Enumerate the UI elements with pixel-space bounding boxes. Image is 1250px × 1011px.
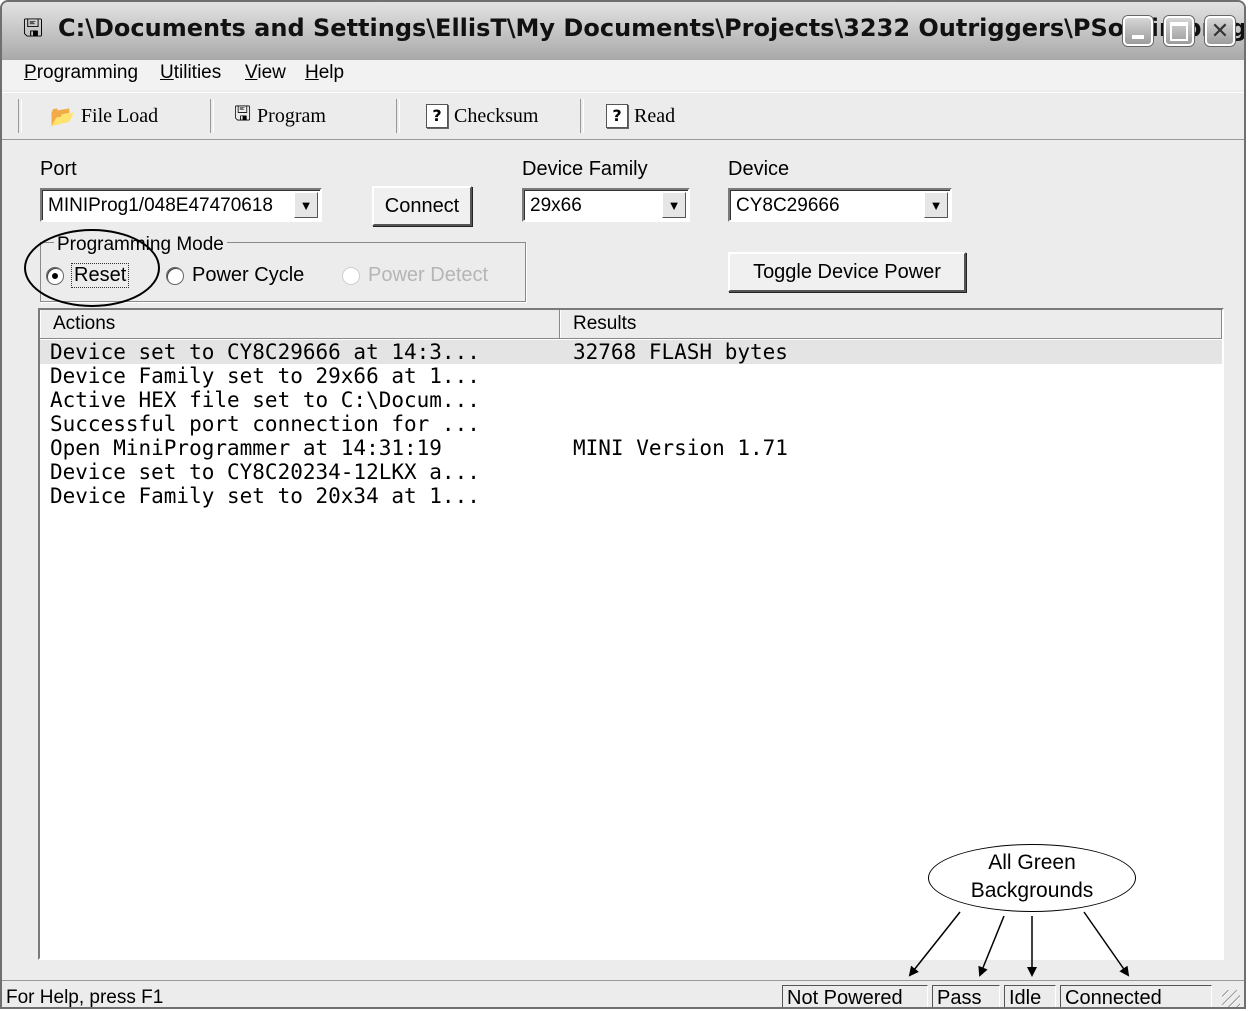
list-row[interactable]: Open MiniProgrammer at 14:31:19 MINI Vers… [40, 436, 1222, 460]
column-header-results[interactable]: Results [560, 310, 1222, 338]
program-chip-icon: 🖫 [234, 101, 252, 125]
port-label: Port [40, 158, 77, 180]
radio-empty-icon [342, 266, 360, 285]
menu-help[interactable]: Help [305, 62, 344, 84]
row-result-text: MINI Version 1.71 [573, 436, 788, 460]
list-row[interactable]: Device Family set to 20x34 at 1... [40, 484, 1222, 508]
row-action-text: Active HEX file set to C:\Docum... [50, 388, 480, 412]
window-title: C:\Documents and Settings\EllisT\My Docu… [58, 14, 1246, 42]
program-button[interactable]: 🖫 Program [234, 101, 326, 131]
list-row[interactable]: Device Family set to 29x66 at 1... [40, 364, 1222, 388]
row-action-text: Device set to CY8C20234-12LKX a... [50, 460, 480, 484]
file-load-button[interactable]: 📂 File Load [50, 101, 158, 131]
question-mark-icon: ? [426, 104, 448, 128]
question-mark-icon: ? [606, 104, 628, 128]
device-family-value: 29x66 [530, 195, 582, 216]
title-bar[interactable]: 🖫 C:\Documents and Settings\EllisT\My Do… [2, 2, 1244, 61]
device-family-select[interactable]: 29x66 ▼ [522, 188, 690, 222]
list-row[interactable]: Device set to CY8C20234-12LKX a... [40, 460, 1222, 484]
device-value: CY8C29666 [736, 195, 840, 216]
list-row[interactable]: Device set to CY8C29666 at 14:3... 32768 … [40, 340, 1222, 364]
radio-empty-icon [166, 266, 184, 285]
radio-power-detect: Power Detect [342, 264, 488, 287]
row-action-text: Device Family set to 20x34 at 1... [50, 484, 480, 508]
status-connection-panel: Connected [1060, 985, 1212, 1007]
radio-selected-icon [46, 266, 64, 285]
menu-view[interactable]: View [245, 62, 286, 84]
checksum-button[interactable]: ? Checksum [426, 101, 538, 131]
status-result-panel: Pass [932, 985, 1000, 1007]
status-help-text: For Help, press F1 [6, 987, 164, 1008]
read-button[interactable]: ? Read [606, 101, 675, 131]
minimize-button[interactable] [1123, 16, 1153, 46]
toolbar-separator [396, 99, 400, 133]
toolbar-separator [18, 99, 22, 133]
resize-grip-icon[interactable] [1222, 990, 1240, 1007]
programming-mode-title: Programming Mode [54, 234, 227, 256]
row-action-text: Device set to CY8C29666 at 14:3... [50, 340, 480, 364]
row-action-text: Open MiniProgrammer at 14:31:19 [50, 436, 442, 460]
list-row[interactable]: Successful port connection for ... [40, 412, 1222, 436]
device-family-label: Device Family [522, 158, 648, 180]
device-label: Device [728, 158, 790, 180]
row-action-text: Device Family set to 29x66 at 1... [50, 364, 480, 388]
port-value: MINIProg1/048E47470618 [48, 195, 273, 216]
toggle-device-power-button[interactable]: Toggle Device Power [728, 252, 966, 292]
list-row[interactable]: Active HEX file set to C:\Docum... [40, 388, 1222, 412]
chevron-down-icon[interactable]: ▼ [662, 192, 686, 218]
list-header: Actions Results [40, 310, 1222, 339]
row-result-text: 32768 FLASH bytes [573, 340, 788, 364]
column-header-actions[interactable]: Actions [40, 310, 560, 338]
toolbar-separator [210, 99, 214, 133]
port-select[interactable]: MINIProg1/048E47470618 ▼ [40, 188, 322, 222]
device-select[interactable]: CY8C29666 ▼ [728, 188, 952, 222]
status-power-panel: Not Powered [782, 985, 928, 1007]
radio-power-cycle[interactable]: Power Cycle [166, 264, 304, 287]
close-icon: ✕ [1210, 18, 1230, 44]
toolbar-separator [580, 99, 584, 133]
connect-button[interactable]: Connect [372, 186, 472, 226]
status-bar: For Help, press F1 Not Powered Pass Idle… [2, 980, 1244, 1008]
annotation-callout: All Green Backgrounds [928, 844, 1136, 912]
list-rows: Device set to CY8C29666 at 14:3... 32768 … [40, 340, 1222, 508]
menu-utilities[interactable]: Utilities [160, 62, 221, 84]
close-button[interactable]: ✕ [1205, 16, 1235, 46]
radio-reset[interactable]: Reset [46, 263, 130, 288]
chevron-down-icon[interactable]: ▼ [924, 192, 948, 218]
menu-programming[interactable]: Programming [24, 62, 138, 84]
menu-bar: Programming Utilities View Help [2, 60, 1244, 90]
toolbar: 📂 File Load 🖫 Program ? Checksum ? Read [2, 92, 1244, 140]
app-icon[interactable]: 🖫 [20, 16, 46, 42]
status-state-panel: Idle [1004, 985, 1056, 1007]
folder-open-icon: 📂 [50, 104, 75, 128]
minimize-icon [1125, 18, 1151, 44]
maximize-button[interactable] [1164, 16, 1194, 46]
chevron-down-icon[interactable]: ▼ [294, 192, 318, 218]
row-action-text: Successful port connection for ... [50, 412, 480, 436]
maximize-icon [1166, 18, 1192, 44]
